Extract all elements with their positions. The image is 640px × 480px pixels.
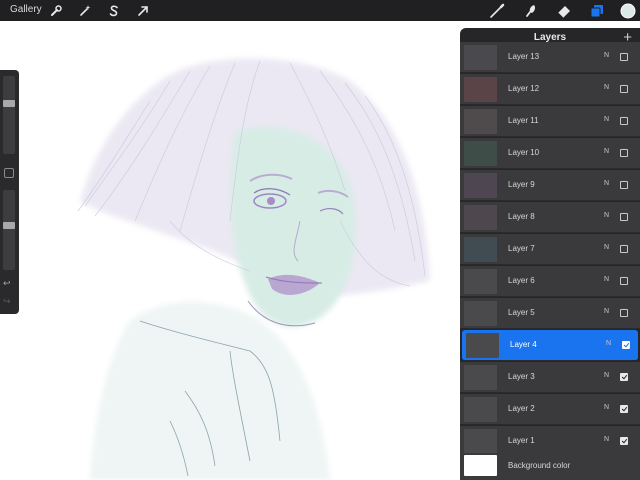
smudge-icon[interactable] — [522, 2, 540, 20]
background-color-label: Background color — [508, 461, 571, 470]
layer-thumbnail — [464, 269, 497, 294]
layer-row[interactable]: Layer 9 N — [460, 170, 640, 201]
blend-mode-button[interactable]: N — [604, 212, 609, 219]
layer-row[interactable]: Layer 7 N — [460, 234, 640, 265]
redo-arrow-icon[interactable]: ↪ — [3, 296, 11, 307]
layer-thumbnail — [464, 365, 497, 390]
layer-name: Layer 7 — [508, 244, 535, 253]
background-color-row[interactable]: Background color — [460, 453, 640, 480]
visibility-checkbox[interactable] — [620, 85, 628, 93]
blend-mode-button[interactable]: N — [604, 276, 609, 283]
layer-thumbnail — [464, 77, 497, 102]
blend-mode-button[interactable]: N — [604, 52, 609, 59]
layer-thumbnail — [466, 333, 499, 358]
layer-name: Layer 5 — [508, 308, 535, 317]
layer-thumbnail — [464, 173, 497, 198]
layer-row[interactable]: Layer 12 N — [460, 74, 640, 105]
layer-row[interactable]: Layer 3 N — [460, 362, 640, 393]
layer-name: Layer 2 — [508, 404, 535, 413]
undo-arrow-icon[interactable]: ↩ — [3, 278, 11, 289]
layers-panel: Layers + Layer 13 N Layer 12 N Layer 11 N L… — [460, 28, 640, 480]
layer-row[interactable]: Layer 6 N — [460, 266, 640, 297]
visibility-checkbox[interactable] — [620, 213, 628, 221]
top-toolbar: Gallery — [0, 0, 640, 21]
layer-row[interactable]: Layer 8 N — [460, 202, 640, 233]
adjustments-magic-wand-icon[interactable] — [76, 2, 94, 20]
blend-mode-button[interactable]: N — [604, 436, 609, 443]
eraser-icon[interactable] — [555, 2, 573, 20]
layer-thumbnail — [464, 429, 497, 454]
opacity-slider-knob[interactable] — [3, 222, 15, 229]
layer-name: Layer 8 — [508, 212, 535, 221]
selection-s-icon[interactable] — [105, 2, 123, 20]
modify-button[interactable] — [4, 168, 14, 178]
layer-row-selected[interactable]: Layer 4 N — [462, 330, 638, 361]
layer-thumbnail — [464, 141, 497, 166]
layer-name: Layer 10 — [508, 148, 540, 157]
layer-row[interactable]: Layer 11 N — [460, 106, 640, 137]
layer-name: Layer 11 — [508, 116, 539, 125]
brush-size-slider[interactable] — [3, 76, 15, 154]
layer-row[interactable]: Layer 10 N — [460, 138, 640, 169]
visibility-checkbox-checked[interactable] — [620, 405, 628, 413]
layer-thumbnail — [464, 237, 497, 262]
layer-name: Layer 9 — [508, 180, 535, 189]
layer-row[interactable]: Layer 5 N — [460, 298, 640, 329]
layer-thumbnail — [464, 109, 497, 134]
visibility-checkbox-checked[interactable] — [620, 373, 628, 381]
layers-icon[interactable] — [588, 2, 606, 20]
layer-thumbnail — [464, 205, 497, 230]
layer-name: Layer 1 — [508, 436, 535, 445]
blend-mode-button[interactable]: N — [604, 244, 609, 251]
visibility-checkbox[interactable] — [620, 149, 628, 157]
layer-name: Layer 3 — [508, 372, 535, 381]
transform-arrow-icon[interactable] — [134, 2, 152, 20]
blend-mode-button[interactable]: N — [604, 308, 609, 315]
brush-size-slider-knob[interactable] — [3, 100, 15, 107]
blend-mode-button[interactable]: N — [606, 340, 611, 347]
layer-row[interactable]: Layer 2 N — [460, 394, 640, 425]
actions-wrench-icon[interactable] — [47, 2, 65, 20]
visibility-checkbox[interactable] — [620, 117, 628, 125]
opacity-slider[interactable] — [3, 190, 15, 270]
blend-mode-button[interactable]: N — [604, 404, 609, 411]
blend-mode-button[interactable]: N — [604, 148, 609, 155]
blend-mode-button[interactable]: N — [604, 372, 609, 379]
gallery-button[interactable]: Gallery — [10, 4, 42, 15]
visibility-checkbox-checked[interactable] — [622, 341, 630, 349]
layer-thumbnail — [464, 397, 497, 422]
layer-thumbnail — [464, 45, 497, 70]
visibility-checkbox[interactable] — [620, 181, 628, 189]
brush-icon[interactable] — [488, 2, 506, 20]
left-sidebar: ↩ ↪ — [0, 70, 19, 314]
visibility-checkbox[interactable] — [620, 53, 628, 61]
layer-name: Layer 13 — [508, 52, 540, 61]
layer-row[interactable]: Layer 13 N — [460, 42, 640, 73]
blend-mode-button[interactable]: N — [604, 116, 609, 123]
visibility-checkbox[interactable] — [620, 245, 628, 253]
layer-name: Layer 6 — [508, 276, 535, 285]
visibility-checkbox[interactable] — [620, 309, 628, 317]
blend-mode-button[interactable]: N — [604, 180, 609, 187]
visibility-checkbox-checked[interactable] — [620, 462, 628, 470]
visibility-checkbox[interactable] — [620, 277, 628, 285]
active-color-swatch[interactable] — [619, 2, 637, 20]
layer-thumbnail — [464, 301, 497, 326]
blend-mode-button[interactable]: N — [604, 84, 609, 91]
layer-name: Layer 4 — [510, 340, 537, 349]
background-color-thumbnail[interactable] — [464, 455, 497, 476]
visibility-checkbox-checked[interactable] — [620, 437, 628, 445]
layer-name: Layer 12 — [508, 84, 540, 93]
